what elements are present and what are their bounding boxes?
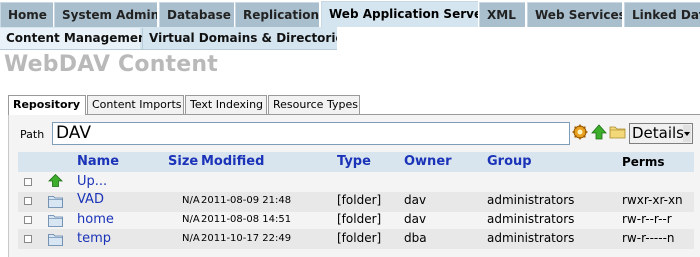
folder-icon	[48, 234, 63, 246]
column-type[interactable]: Type	[337, 152, 371, 172]
column-modified[interactable]: Modified	[201, 152, 264, 172]
row-group: administrators	[487, 231, 575, 245]
row-checkbox[interactable]	[24, 178, 32, 186]
path-input[interactable]: DAV	[52, 122, 570, 145]
column-perms: Perms	[622, 155, 665, 169]
row-group: administrators	[487, 193, 575, 207]
row-perms: rw-r--r--r	[622, 212, 672, 226]
tab-xml[interactable]: XML	[479, 2, 525, 27]
tab-text-indexing[interactable]: Text Indexing	[185, 95, 267, 114]
column-owner[interactable]: Owner	[404, 152, 452, 172]
subnav-filler	[337, 27, 700, 50]
row-group: administrators	[487, 212, 575, 226]
tab-database[interactable]: Database	[159, 2, 234, 27]
settings-icon[interactable]	[572, 124, 588, 140]
row-modified: 2011-10-17 22:49	[201, 233, 292, 244]
row-perms: rwxr-xr-xn	[622, 193, 683, 207]
tab-linked-data[interactable]: Linked Data	[624, 2, 700, 27]
row-owner: dba	[404, 231, 427, 245]
tab-resource-types[interactable]: Resource Types	[268, 95, 360, 114]
column-name[interactable]: Name	[77, 152, 119, 172]
row-type: [folder]	[337, 193, 382, 207]
folder-icon	[48, 196, 63, 208]
subtab-content-management[interactable]: Content Management	[0, 28, 152, 49]
folder-icon[interactable]	[609, 124, 626, 140]
row-checkbox[interactable]	[24, 235, 32, 243]
row-name-link[interactable]: temp	[77, 229, 111, 249]
view-mode-value: Details	[632, 124, 685, 142]
column-group[interactable]: Group	[487, 152, 532, 172]
view-mode-select[interactable]: Details	[629, 123, 693, 144]
up-arrow-icon	[48, 174, 63, 187]
chevron-down-icon	[683, 125, 691, 142]
row-owner: dav	[404, 212, 427, 226]
row-name-link[interactable]: VAD	[77, 190, 104, 210]
tab-home[interactable]: Home	[0, 2, 53, 27]
tab-system-admin[interactable]: System Admin	[54, 2, 157, 27]
row-checkbox[interactable]	[24, 216, 32, 224]
row-size: N/A	[182, 195, 200, 206]
subtab-virtual-domains[interactable]: Virtual Domains & Directories	[142, 28, 351, 49]
tab-web-services[interactable]: Web Services	[527, 2, 622, 27]
tab-repository[interactable]: Repository	[8, 95, 86, 115]
column-size[interactable]: Size	[168, 152, 198, 172]
page-title: WebDAV Content	[4, 52, 218, 77]
row-modified: 2011-08-09 21:48	[201, 195, 292, 206]
row-size: N/A	[182, 214, 200, 225]
row-perms: rw-r-----n	[622, 231, 675, 245]
tab-web-application-server[interactable]: Web Application Server	[321, 1, 478, 28]
path-label: Path	[20, 128, 45, 141]
row-modified: 2011-08-08 14:51	[201, 214, 292, 225]
row-name-link[interactable]: home	[77, 210, 114, 230]
row-checkbox[interactable]	[24, 197, 32, 205]
row-type: [folder]	[337, 212, 382, 226]
row-owner: dav	[404, 193, 427, 207]
up-arrow-icon[interactable]	[591, 124, 607, 140]
tab-replication[interactable]: Replication	[235, 2, 319, 27]
tab-content-imports[interactable]: Content Imports	[87, 95, 184, 114]
folder-icon	[48, 215, 63, 227]
row-type: [folder]	[337, 231, 382, 245]
sub-navigation: Content Management Virtual Domains & Dir…	[0, 27, 700, 50]
row-size: N/A	[182, 233, 200, 244]
up-link[interactable]: Up...	[77, 172, 107, 192]
table-row-up[interactable]	[18, 172, 694, 192]
top-navigation: Home System Admin Database Replication W…	[0, 0, 700, 28]
